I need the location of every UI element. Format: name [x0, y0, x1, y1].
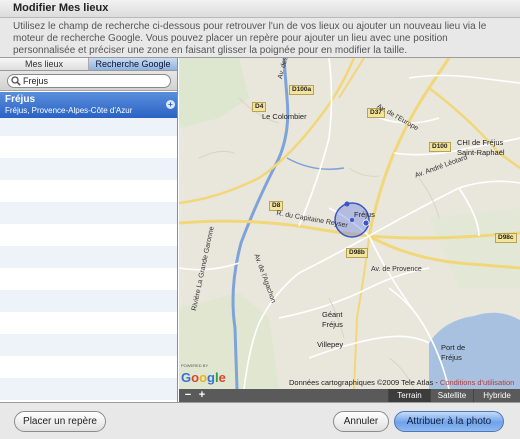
road-d98b: D98b	[346, 248, 368, 258]
road-d98c: D98c	[495, 233, 517, 243]
place-frejus: Fréjus	[354, 210, 375, 219]
tab-recherche-google[interactable]: Recherche Google	[89, 58, 177, 71]
search-icon	[11, 76, 21, 86]
attribution-text: Données cartographiques ©2009 Tele Atlas…	[289, 378, 440, 387]
search-input[interactable]	[23, 75, 168, 87]
search-field[interactable]	[7, 74, 171, 88]
road-d4: D4	[252, 102, 267, 112]
tab-mes-lieux[interactable]: Mes lieux	[0, 58, 89, 71]
place-chi-line1: CHI de Fréjus	[457, 138, 504, 147]
placer-repere-button[interactable]: Placer un repère	[14, 411, 106, 432]
map-view[interactable]: D100a D4 D37 D100 D8 D98b D98c Le Colomb…	[179, 58, 520, 402]
results-list: Fréjus Fréjus, Provence-Alpes-Côte d'Azu…	[0, 92, 177, 402]
result-item-frejus[interactable]: Fréjus Fréjus, Provence-Alpes-Côte d'Azu…	[0, 92, 177, 118]
google-logo-icon: Google	[181, 370, 226, 385]
place-geant: Géant	[322, 310, 343, 319]
place-frejus-2: Fréjus	[322, 320, 343, 329]
street-provence: Av. de Provence	[371, 266, 422, 273]
window-title: Modifier Mes lieux	[13, 2, 109, 14]
svg-text:Google: Google	[181, 370, 226, 385]
terms-link[interactable]: Conditions d'utilisation	[440, 378, 514, 387]
map-canvas[interactable]	[179, 58, 520, 389]
place-villepey: Villepey	[317, 340, 344, 349]
zoom-in-button[interactable]: +	[195, 389, 209, 402]
road-d100: D100	[429, 142, 451, 152]
sidebar: Mes lieux Recherche Google Fréjus Fréjus…	[0, 58, 178, 402]
tab-bar: Mes lieux Recherche Google	[0, 58, 177, 71]
places-panel: Mes lieux Recherche Google Fréjus Fréjus…	[0, 57, 520, 403]
map-attribution: Données cartographiques ©2009 Tele Atlas…	[289, 378, 514, 387]
window-titlebar: Modifier Mes lieux	[0, 0, 520, 18]
map-type-satellite[interactable]: Satellite	[430, 389, 473, 402]
place-port-line2: Fréjus	[441, 353, 462, 362]
attribuer-button[interactable]: Attribuer à la photo	[394, 411, 504, 432]
road-d100a: D100a	[289, 85, 315, 95]
add-place-icon[interactable]: +	[166, 100, 175, 109]
map-toolbar: − + Terrain Satellite Hybride	[179, 389, 520, 402]
map-type-terrain[interactable]: Terrain	[388, 389, 430, 402]
instructions-text: Utilisez le champ de recherche ci-dessou…	[13, 21, 487, 56]
result-title: Fréjus	[5, 94, 36, 105]
annuler-button[interactable]: Annuler	[333, 411, 389, 432]
map-type-hybride[interactable]: Hybride	[473, 389, 520, 402]
search-bar	[0, 71, 177, 91]
place-le-colombier: Le Colombier	[262, 112, 307, 121]
place-port-line1: Port de	[441, 343, 466, 352]
zoom-out-button[interactable]: −	[181, 389, 195, 402]
result-subtitle: Fréjus, Provence-Alpes-Côte d'Azur	[5, 106, 133, 115]
